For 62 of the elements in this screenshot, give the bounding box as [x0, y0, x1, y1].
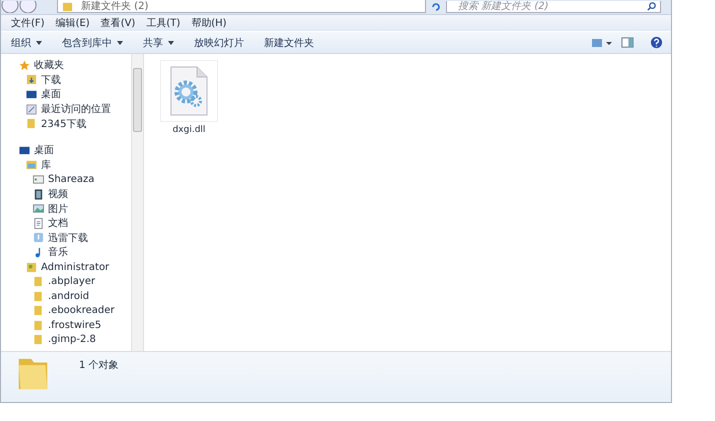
- address-field[interactable]: 新建文件夹 (2): [57, 0, 426, 13]
- tree-item[interactable]: 2345下载: [1, 116, 131, 131]
- tree-item[interactable]: 音乐: [1, 245, 131, 260]
- scrollbar[interactable]: [131, 54, 143, 351]
- star-icon: [19, 60, 30, 71]
- caret-icon: [117, 40, 123, 44]
- caret-icon: [168, 40, 174, 44]
- folder-icon: [33, 305, 44, 316]
- app-icon: [33, 174, 44, 185]
- picture-icon: [33, 203, 44, 214]
- tree-item[interactable]: 视频: [1, 186, 131, 202]
- document-icon: [33, 218, 44, 229]
- tree-item[interactable]: 图片: [1, 201, 131, 216]
- recent-icon: [26, 104, 37, 115]
- library-icon: [26, 159, 37, 170]
- tree-item[interactable]: 下载: [1, 72, 131, 88]
- tree-item[interactable]: .frostwire5: [1, 318, 131, 333]
- toolbar-button[interactable]: 共享: [143, 36, 174, 50]
- gear-file-icon: [160, 60, 218, 122]
- view-options-icon[interactable]: [591, 36, 613, 48]
- download-icon: [26, 74, 37, 86]
- item-count: 1 个对象: [79, 358, 119, 372]
- refresh-icon[interactable]: [430, 1, 442, 13]
- help-icon[interactable]: [650, 36, 663, 49]
- tree-item[interactable]: Shareaza: [1, 172, 131, 187]
- user-icon: [26, 262, 37, 273]
- tree-item[interactable]: .abplayer: [1, 274, 131, 289]
- folder-icon: [17, 356, 49, 392]
- thunder-icon: [33, 232, 44, 244]
- folder-icon: [33, 320, 44, 331]
- tree-item[interactable]: 桌面: [1, 142, 131, 158]
- video-icon: [33, 188, 44, 200]
- folder-icon: [33, 290, 44, 302]
- tree-item[interactable]: 桌面: [1, 87, 131, 102]
- menu-item[interactable]: 工具(T): [146, 16, 180, 30]
- menu-item[interactable]: 帮助(H): [191, 16, 227, 30]
- toolbar-button[interactable]: 包含到库中: [62, 36, 123, 50]
- tree-item[interactable]: 迅雷下载: [1, 230, 131, 246]
- tree-item[interactable]: 最近访问的位置: [1, 102, 131, 116]
- tree-item[interactable]: 库: [1, 158, 131, 172]
- desktop-icon: [19, 144, 30, 156]
- tree-item[interactable]: Administrator: [1, 260, 131, 274]
- desktop-icon: [26, 88, 37, 100]
- file-item[interactable]: dxgi.dll: [158, 60, 220, 135]
- tree-item[interactable]: .gimp-2.8: [1, 332, 131, 348]
- toolbar-button[interactable]: 组织: [11, 36, 42, 50]
- tree-item[interactable]: .android: [1, 288, 131, 304]
- folder-icon: [62, 0, 73, 12]
- folder-icon: [26, 118, 37, 130]
- tree-item[interactable]: .ebookreader: [1, 304, 131, 318]
- menu-item[interactable]: 文件(F): [11, 16, 45, 30]
- menu-item[interactable]: 查看(V): [100, 16, 136, 30]
- tree-item[interactable]: 文档: [1, 216, 131, 231]
- menu-item[interactable]: 编辑(E): [56, 16, 90, 30]
- caret-icon: [36, 40, 42, 44]
- folder-icon: [33, 276, 44, 288]
- preview-pane-icon[interactable]: [621, 36, 634, 49]
- toolbar-button[interactable]: 放映幻灯片: [194, 36, 244, 50]
- search-icon: [646, 1, 657, 12]
- tree-item[interactable]: 收藏夹: [1, 58, 131, 73]
- folder-icon: [33, 334, 44, 346]
- toolbar-button[interactable]: 新建文件夹: [264, 36, 314, 50]
